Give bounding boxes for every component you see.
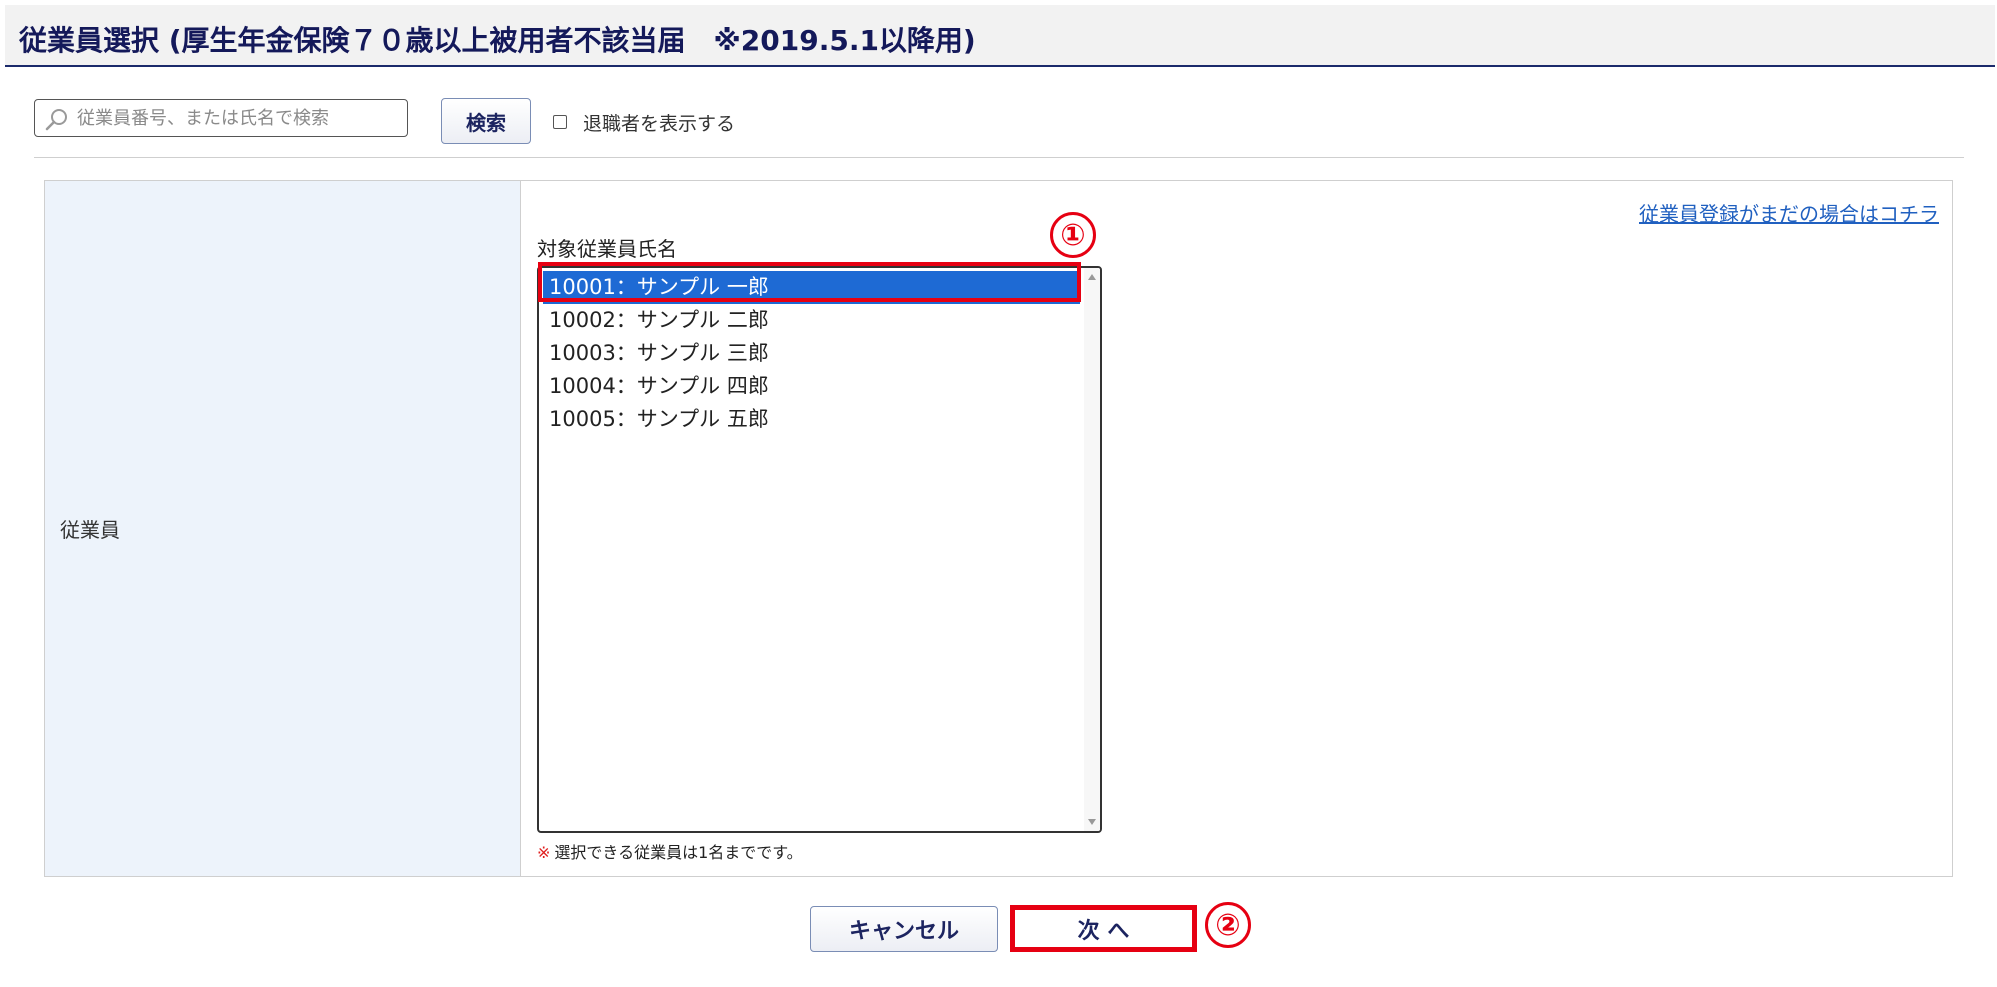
employee-form-table: 従業員 従業員登録がまだの場合はコチラ 対象従業員氏名 10001：サンプル 一… <box>44 180 1953 877</box>
employee-row-label: 従業員 <box>60 518 120 542</box>
cancel-button[interactable]: キャンセル <box>810 906 998 952</box>
search-input[interactable] <box>75 103 405 133</box>
search-field[interactable] <box>34 99 408 137</box>
step-1-badge: ① <box>1050 212 1096 258</box>
register-employee-link[interactable]: 従業員登録がまだの場合はコチラ <box>1639 198 1939 227</box>
listbox-scrollbar[interactable] <box>1084 268 1100 831</box>
show-retired-checkbox[interactable] <box>553 115 567 129</box>
title-bar: 従業員選択 (厚生年金保険７０歳以上被用者不該当届 ※2019.5.1以降用) <box>5 5 1995 67</box>
employee-option[interactable]: 10005：サンプル 五郎 <box>543 403 1080 436</box>
show-retired-label: 退職者を表示する <box>583 112 736 135</box>
search-icon <box>45 109 67 131</box>
scroll-up-icon[interactable] <box>1088 274 1096 280</box>
employee-row-label-cell: 従業員 <box>45 181 521 876</box>
search-button[interactable]: 検索 <box>441 98 531 144</box>
note-text: 選択できる従業員は1名までです。 <box>554 843 803 862</box>
employee-option[interactable]: 10004：サンプル 四郎 <box>543 370 1080 403</box>
next-button[interactable]: 次 へ <box>1010 905 1197 952</box>
employee-option[interactable]: 10003：サンプル 三郎 <box>543 337 1080 370</box>
employee-listbox[interactable]: 10001：サンプル 一郎 10002：サンプル 二郎 10003：サンプル 三… <box>537 266 1102 833</box>
selection-note: ※ 選択できる従業員は1名までです。 <box>537 839 803 863</box>
show-retired-toggle[interactable]: 退職者を表示する <box>553 109 735 135</box>
employee-option[interactable]: 10001：サンプル 一郎 <box>543 271 1080 304</box>
step-2-badge: ② <box>1205 902 1251 948</box>
employee-option[interactable]: 10002：サンプル 二郎 <box>543 304 1080 337</box>
employee-list-label: 対象従業員氏名 <box>537 237 677 261</box>
divider <box>34 157 1964 158</box>
scroll-down-icon[interactable] <box>1088 819 1096 825</box>
note-mark: ※ <box>537 843 551 862</box>
page-title: 従業員選択 (厚生年金保険７０歳以上被用者不該当届 ※2019.5.1以降用) <box>19 24 976 57</box>
